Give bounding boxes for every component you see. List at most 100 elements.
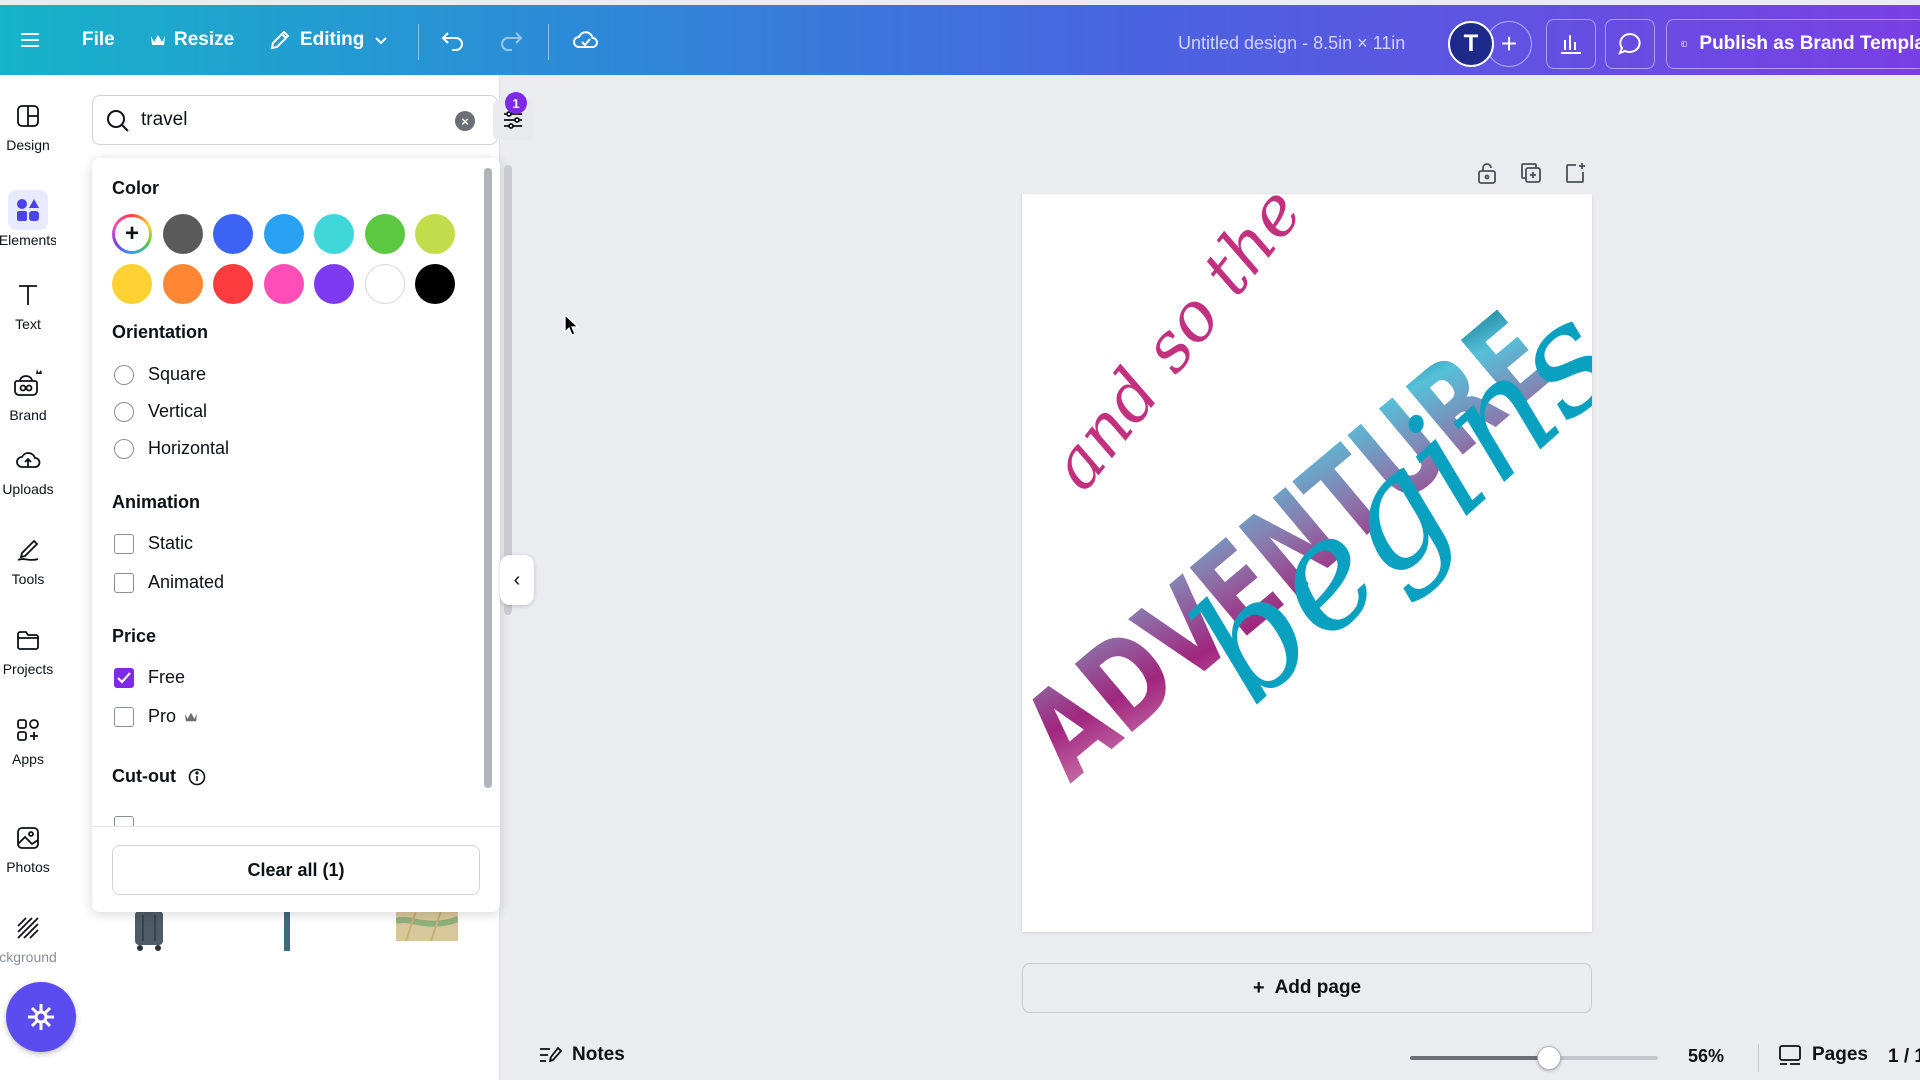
signpost-thumbnail[interactable] [282, 911, 292, 951]
filter-scrollbar[interactable] [484, 168, 492, 788]
publish-brand-template-button[interactable]: Publish as Brand Templa [1666, 19, 1920, 69]
rail-item-projects[interactable]: Projects [0, 627, 56, 677]
color-swatch[interactable] [263, 214, 304, 254]
zoom-slider[interactable] [1410, 1046, 1658, 1070]
document-title[interactable]: Untitled design - 8.5in × 11in [1178, 33, 1405, 54]
orientation-option-square[interactable]: Square [114, 364, 206, 385]
add-page-icon-button[interactable] [1560, 158, 1590, 188]
price-option-free[interactable]: Free [114, 667, 185, 688]
rail-item-photos[interactable]: Photos [0, 825, 56, 875]
color-swatch[interactable] [415, 214, 455, 254]
menu-button[interactable] [8, 16, 52, 64]
add-page-button[interactable]: + Add page [1022, 963, 1592, 1013]
animation-option-static[interactable]: Static [114, 533, 193, 554]
comment-icon [1618, 32, 1641, 55]
clear-search-icon[interactable]: × [455, 111, 475, 131]
color-swatch[interactable] [364, 264, 405, 304]
checkbox[interactable] [114, 533, 134, 554]
scrollbar-thumb[interactable] [484, 168, 492, 788]
publish-label: Publish as Brand Templa [1699, 33, 1920, 54]
color-swatch[interactable] [162, 214, 203, 254]
orientation-option-vertical[interactable]: Vertical [114, 401, 207, 422]
undo-icon [441, 32, 463, 51]
info-icon[interactable] [188, 768, 206, 786]
animation-option-animated[interactable]: Animated [114, 572, 224, 593]
redo-button[interactable] [488, 16, 534, 64]
editing-label: Editing [300, 29, 365, 50]
undo-button[interactable] [430, 16, 476, 64]
orientation-option-horizontal[interactable]: Horizontal [114, 438, 229, 459]
checkbox[interactable] [114, 667, 134, 688]
filter-popover: Color + Orientation Square Vertical Hori… [92, 158, 500, 912]
zoom-slider-handle[interactable] [1537, 1046, 1561, 1070]
rail-item-brand[interactable]: Brand [0, 365, 56, 423]
photo-icon [17, 827, 39, 849]
search-input[interactable] [141, 106, 401, 134]
crown-icon [185, 712, 198, 721]
radio-button[interactable] [114, 401, 134, 422]
price-option-pro[interactable]: Pro [114, 706, 198, 727]
color-swatch[interactable] [162, 264, 203, 304]
hamburger-icon [21, 33, 39, 47]
avatar[interactable]: T [1448, 21, 1494, 67]
panel-scrollbar[interactable] [504, 165, 512, 615]
zoom-level[interactable]: 56% [1688, 1046, 1724, 1067]
rail-item-background[interactable]: ckground [0, 915, 57, 965]
rail-item-label: Text [15, 316, 41, 332]
checkbox[interactable] [114, 706, 134, 727]
checkbox[interactable] [114, 572, 134, 593]
animation-section-title: Animation [112, 492, 200, 512]
rail-item-design[interactable]: Design [0, 103, 56, 153]
resize-button[interactable]: Resize [140, 16, 244, 64]
save-status-button[interactable] [562, 16, 610, 64]
insights-button[interactable] [1546, 19, 1596, 69]
color-swatch[interactable] [263, 264, 304, 304]
chevron-left-icon: ‹ [513, 568, 521, 591]
clear-all-button[interactable]: Clear all (1) [112, 845, 480, 895]
text-icon [19, 285, 37, 305]
page-count: 1 / 1 [1888, 1046, 1920, 1067]
color-swatch[interactable] [314, 214, 354, 254]
cutout-option[interactable] [114, 816, 134, 826]
bottom-divider [1758, 1044, 1759, 1072]
resize-label: Resize [174, 29, 235, 50]
elements-panel: × 1 Color + Orientation Square Vertical … [56, 75, 533, 1080]
lock-icon [1478, 163, 1496, 184]
rail-item-tools[interactable]: Tools [0, 537, 56, 587]
template-icon [1681, 41, 1687, 47]
rail-item-text[interactable]: Text [0, 282, 56, 332]
collapse-panel-button[interactable]: ‹ [500, 555, 534, 605]
headline-script-top[interactable]: and so the [1035, 194, 1318, 504]
rail-item-label: Projects [2, 661, 54, 677]
color-swatch[interactable] [112, 264, 152, 304]
custom-color-swatch[interactable]: + [112, 214, 152, 254]
option-label: Horizontal [148, 438, 230, 458]
checkbox[interactable] [114, 816, 134, 826]
lock-page-button[interactable] [1472, 158, 1502, 188]
zoom-slider-fill [1410, 1056, 1549, 1060]
option-label: Animated [148, 572, 225, 592]
map-thumbnail[interactable] [396, 911, 458, 941]
price-section-title: Price [112, 626, 157, 646]
design-page[interactable]: and so the ADVENTURE begins [1022, 194, 1592, 932]
comments-button[interactable] [1605, 19, 1655, 69]
rail-item-apps[interactable]: Apps [0, 717, 56, 767]
pages-button[interactable]: Pages [1778, 1044, 1868, 1066]
rail-item-uploads[interactable]: Uploads [0, 447, 56, 497]
file-menu-button[interactable]: File [72, 16, 125, 64]
color-swatch[interactable] [213, 264, 253, 304]
editing-mode-button[interactable]: Editing [258, 16, 400, 64]
magic-button[interactable] [6, 982, 76, 1052]
radio-button[interactable] [114, 438, 134, 459]
color-swatch[interactable] [213, 214, 253, 254]
filter-footer: Clear all (1) [92, 826, 500, 912]
color-swatch[interactable] [415, 264, 455, 304]
radio-button[interactable] [114, 364, 134, 385]
duplicate-page-button[interactable] [1516, 158, 1546, 188]
color-swatch[interactable] [314, 264, 354, 304]
suitcase-thumbnail[interactable] [132, 911, 166, 951]
notes-button[interactable]: Notes [538, 1044, 625, 1066]
option-label: Pro [148, 706, 177, 726]
rail-item-elements[interactable]: Elements [0, 190, 57, 248]
color-swatch[interactable] [364, 214, 405, 254]
